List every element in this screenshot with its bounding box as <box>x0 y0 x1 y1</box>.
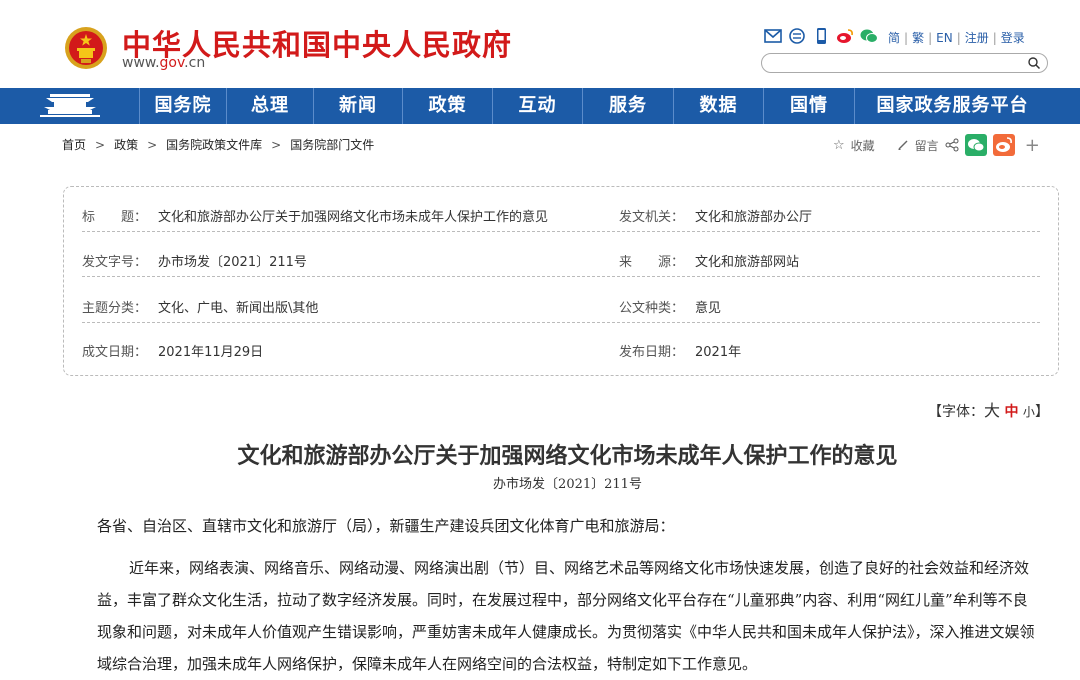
register-link[interactable]: 注册 <box>965 31 989 45</box>
document-body: 各省、自治区、直辖市文化和旅游厅（局），新疆生产建设兵团文化体育广电和旅游局： … <box>97 510 1037 680</box>
national-emblem-icon[interactable] <box>63 26 109 72</box>
mail-icon[interactable] <box>764 28 782 44</box>
nav-item-state-council[interactable]: 国务院 <box>140 88 227 124</box>
topic-value: 文化、广电、新闻出版\其他 <box>158 301 319 316</box>
font-size-open: 【字体： <box>928 404 984 420</box>
main-nav: 国务院 总理 新闻 政策 互动 服务 数据 国情 国家政务服务平台 <box>0 88 1080 124</box>
login-link[interactable]: 登录 <box>1001 31 1025 45</box>
paragraph: 近年来，网络表演、网络音乐、网络动漫、网络演出剧（节）目、网络艺术品等网络文化市… <box>97 559 1035 673</box>
message-icon[interactable] <box>788 28 806 44</box>
lang-traditional-link[interactable]: 繁 <box>912 31 924 45</box>
lang-simplified-link[interactable]: 简 <box>888 31 900 45</box>
chevron-right-icon: > <box>95 138 106 152</box>
breadcrumb-department-docs[interactable]: 国务院部门文件 <box>290 138 374 152</box>
meta-row: 标 题： 文化和旅游部办公厅关于加强网络文化市场未成年人保护工作的意见 发文机关… <box>82 194 1040 232</box>
document-number: 办市场发〔2021〕211号 <box>493 477 642 492</box>
breadcrumb-home[interactable]: 首页 <box>62 138 86 152</box>
salutation: 各省、自治区、直辖市文化和旅游厅（局），新疆生产建设兵团文化体育广电和旅游局： <box>97 517 675 535</box>
pencil-icon[interactable] <box>897 139 909 151</box>
favorite-link[interactable]: 收藏 <box>851 137 875 154</box>
font-size-large[interactable]: 大 <box>984 401 1000 420</box>
published-date-label: 发布日期： <box>619 345 685 360</box>
nav-item-policy[interactable]: 政策 <box>403 88 493 124</box>
lang-links: 简 | 繁 | EN | 注册 | 登录 <box>888 31 1025 45</box>
document-metadata: 标 题： 文化和旅游部办公厅关于加强网络文化市场未成年人保护工作的意见 发文机关… <box>63 186 1059 376</box>
written-date-value: 2021年11月29日 <box>158 345 264 360</box>
written-date-label: 成文日期： <box>82 345 148 360</box>
meta-row: 发文字号： 办市场发〔2021〕211号 来 源： 文化和旅游部网站 <box>82 239 1040 277</box>
top-icons <box>764 28 878 44</box>
site-header: 中华人民共和国中央人民政府 www.gov.cn 简 | 繁 | EN | 注册 | 登录 <box>0 0 1080 88</box>
comment-link[interactable]: 留言 <box>915 137 939 154</box>
type-value: 意见 <box>695 301 722 316</box>
article-tools: ☆ 收藏 留言 + <box>833 134 1040 156</box>
topic-label: 主题分类： <box>82 301 148 316</box>
wechat-icon[interactable] <box>860 28 878 44</box>
weibo-share-icon[interactable] <box>992 134 1015 156</box>
search-input[interactable] <box>761 53 1048 73</box>
site-url-suffix: .cn <box>184 55 206 71</box>
docno-value: 办市场发〔2021〕211号 <box>158 255 307 270</box>
weibo-icon[interactable] <box>836 28 854 44</box>
font-size-small[interactable]: 小 <box>1023 405 1035 419</box>
issuer-label: 发文机关： <box>619 210 685 225</box>
nav-item-news[interactable]: 新闻 <box>314 88 403 124</box>
lang-english-link[interactable]: EN <box>936 31 953 45</box>
nav-item-service-platform[interactable]: 国家政务服务平台 <box>855 88 1050 124</box>
source-label: 来 源： <box>619 255 685 270</box>
meta-row: 主题分类： 文化、广电、新闻出版\其他 公文种类： 意见 <box>82 285 1040 323</box>
title-label: 标 题： <box>82 210 148 225</box>
breadcrumb-policy-library[interactable]: 国务院政策文件库 <box>166 138 262 152</box>
nav-item-services[interactable]: 服务 <box>583 88 674 124</box>
docno-label: 发文字号： <box>82 255 148 270</box>
wechat-share-icon[interactable] <box>964 134 987 156</box>
mobile-icon[interactable] <box>812 28 830 44</box>
type-label: 公文种类： <box>619 301 685 316</box>
tiananmen-logo-icon[interactable] <box>0 88 140 124</box>
site-url-prefix: www. <box>122 55 160 71</box>
more-share-icon[interactable]: + <box>1025 135 1040 156</box>
search-icon[interactable] <box>1027 56 1041 70</box>
chevron-right-icon: > <box>147 138 158 152</box>
breadcrumb: 首页 > 政策 > 国务院政策文件库 > 国务院部门文件 <box>62 136 374 153</box>
source-value: 文化和旅游部网站 <box>695 255 800 270</box>
star-icon[interactable]: ☆ <box>833 138 845 153</box>
chevron-right-icon: > <box>271 138 282 152</box>
document-title: 文化和旅游部办公厅关于加强网络文化市场未成年人保护工作的意见 <box>237 443 898 469</box>
issuer-value: 文化和旅游部办公厅 <box>695 210 813 225</box>
breadcrumb-policy[interactable]: 政策 <box>114 138 138 152</box>
site-url-domain: gov <box>159 55 185 71</box>
nav-item-premier[interactable]: 总理 <box>227 88 314 124</box>
font-size-medium[interactable]: 中 <box>1004 404 1018 420</box>
site-url[interactable]: www.gov.cn <box>122 55 205 71</box>
nav-item-national-info[interactable]: 国情 <box>764 88 855 124</box>
title-value: 文化和旅游部办公厅关于加强网络文化市场未成年人保护工作的意见 <box>158 210 549 225</box>
nav-item-data[interactable]: 数据 <box>674 88 764 124</box>
published-date-value: 2021年 <box>695 345 742 360</box>
font-size-selector: 【字体：大 中 小】 <box>928 397 1049 421</box>
font-size-close: 】 <box>1034 404 1049 420</box>
nav-item-interaction[interactable]: 互动 <box>493 88 583 124</box>
meta-row: 成文日期： 2021年11月29日 发布日期： 2021年 <box>82 329 1040 367</box>
share-icon[interactable] <box>945 138 959 152</box>
